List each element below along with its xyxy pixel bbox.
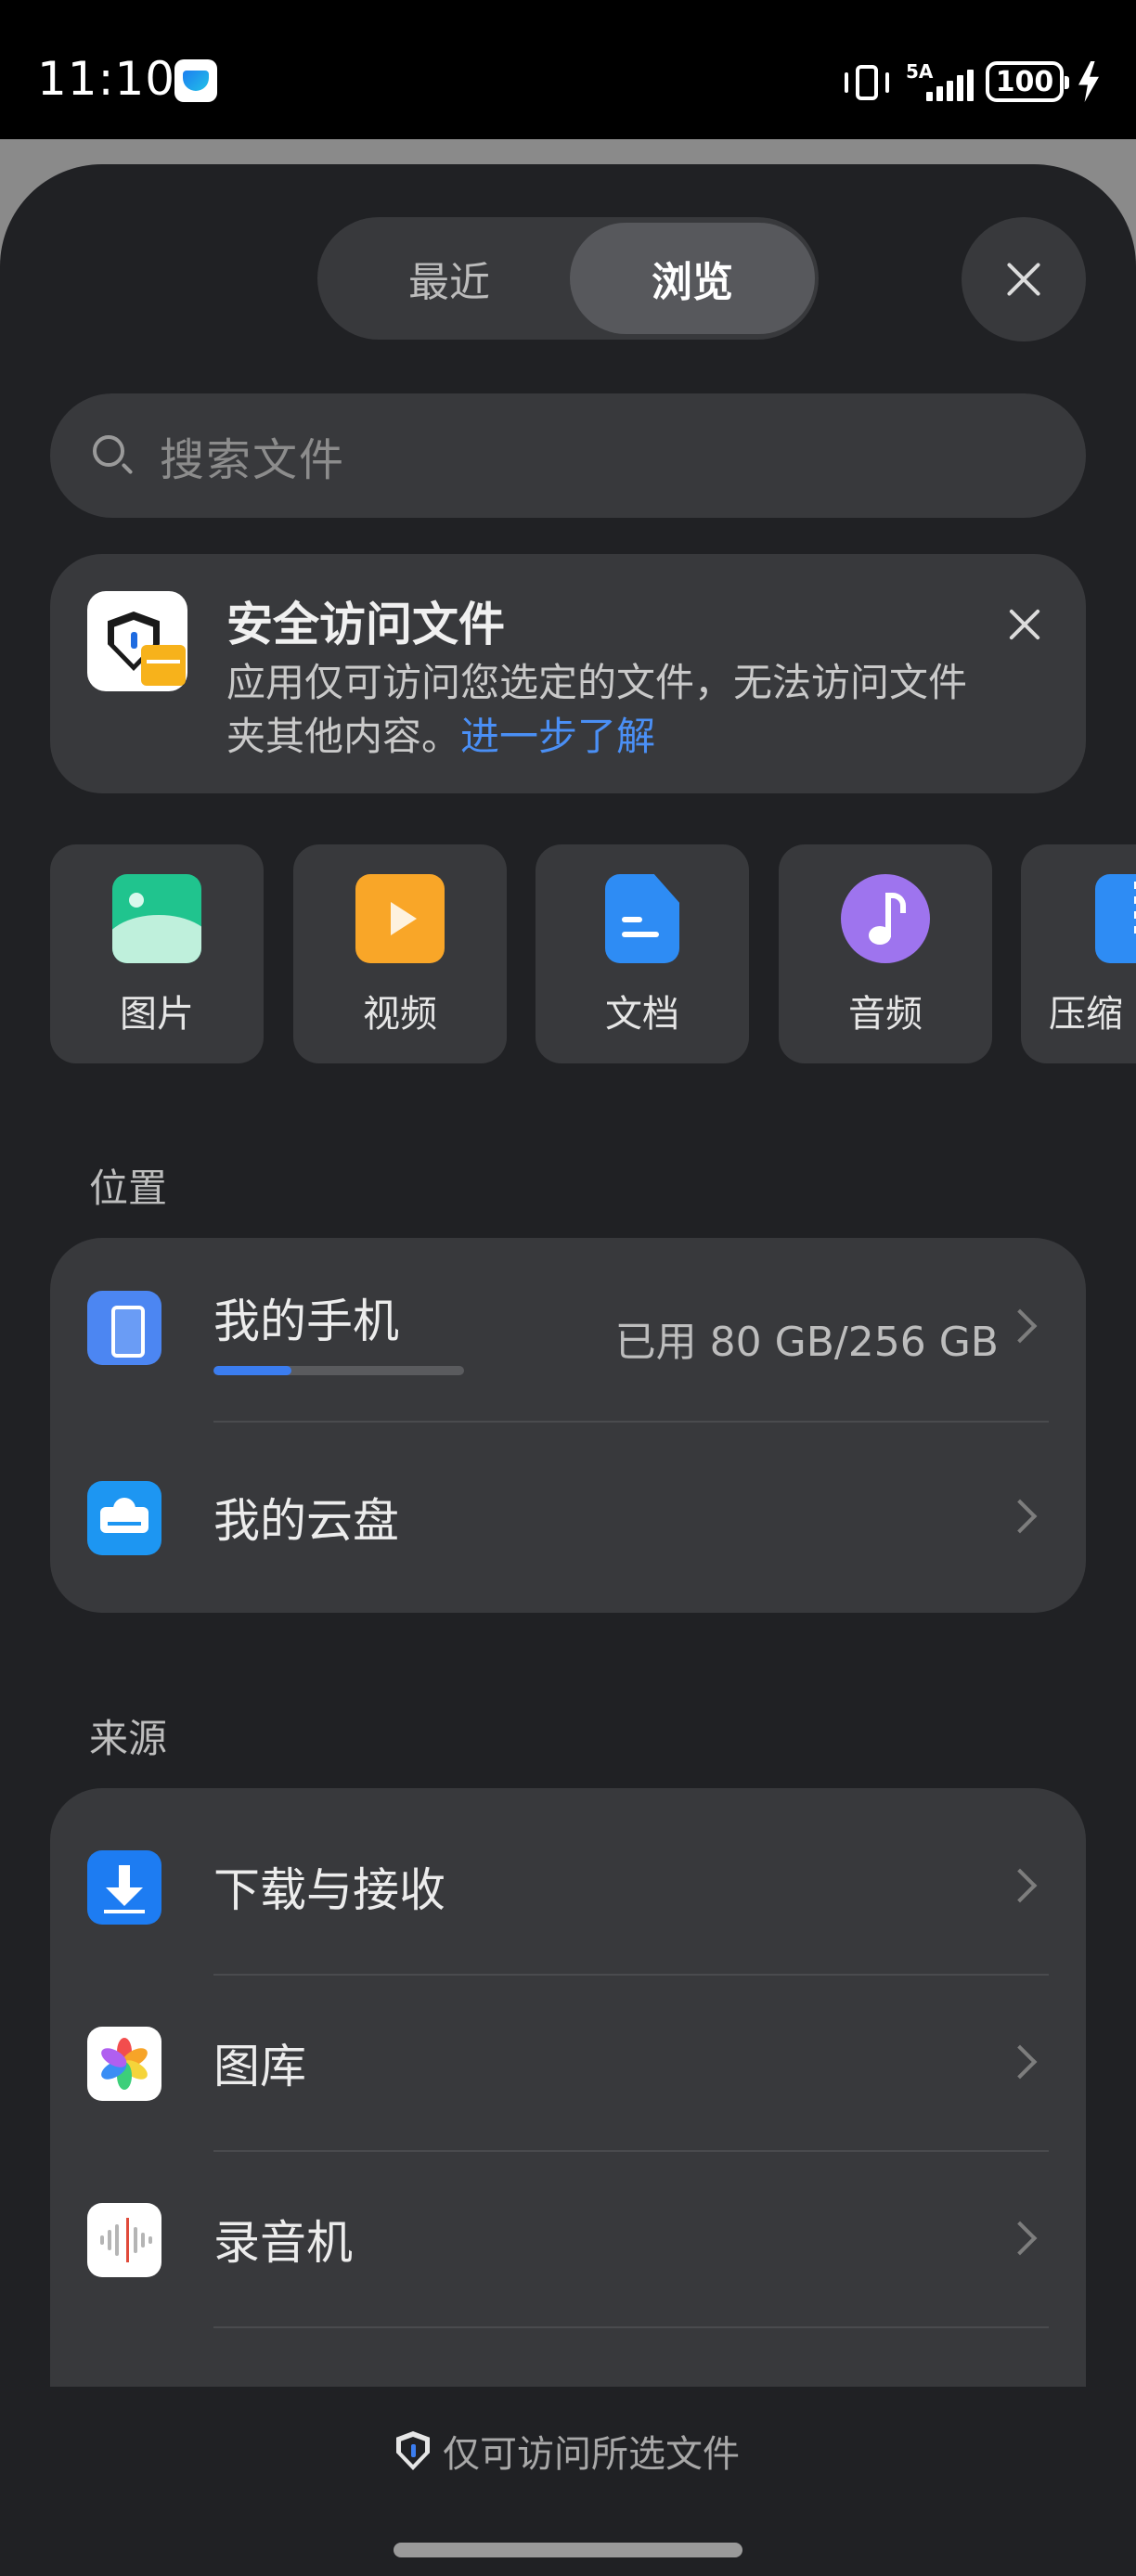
- image-icon: [112, 874, 201, 963]
- locations-title: 位置: [89, 1166, 168, 1211]
- home-indicator[interactable]: [394, 2543, 742, 2557]
- category-row: 图片 视频 文档 音频 压缩: [50, 844, 1136, 1063]
- access-note-text: 仅可访问所选文件: [443, 2433, 740, 2476]
- source-label: 图库: [213, 2040, 306, 2093]
- close-icon: [1004, 604, 1045, 645]
- recorder-icon: [87, 2203, 161, 2277]
- notice-title: 安全访问文件: [226, 598, 505, 651]
- category-videos[interactable]: 视频: [293, 844, 507, 1063]
- location-my-cloud[interactable]: 我的云盘: [50, 1428, 1086, 1604]
- status-indicators: 5A 100: [843, 58, 1099, 106]
- file-picker-sheet: 最近 浏览 搜索文件 安全访问文件 应用仅可访问您选定的文件，无法访问文件夹其他…: [0, 164, 1136, 2576]
- location-label: 我的云盘: [213, 1494, 399, 1548]
- status-time: 11:10: [37, 52, 176, 106]
- storage-usage-text: 已用 80 GB/256 GB: [614, 1319, 999, 1366]
- chevron-right-icon: [1013, 1868, 1036, 1905]
- category-archives[interactable]: 压缩: [1021, 844, 1136, 1063]
- signal-icon: 5A: [906, 60, 974, 103]
- battery-icon: 100: [986, 61, 1069, 102]
- gallery-icon: [87, 2027, 161, 2101]
- tab-browse[interactable]: 浏览: [570, 223, 815, 334]
- source-downloads[interactable]: 下载与接收: [50, 1797, 1086, 1974]
- bottom-bar: 仅可访问所选文件: [0, 2387, 1136, 2576]
- category-label: 压缩: [1049, 993, 1123, 1036]
- category-images[interactable]: 图片: [50, 844, 264, 1063]
- learn-more-link[interactable]: 进一步了解: [460, 714, 655, 759]
- vibrate-icon: [843, 63, 891, 100]
- charging-icon: [1078, 61, 1099, 102]
- source-label: 下载与接收: [213, 1863, 445, 1917]
- storage-usage-fill: [213, 1366, 292, 1375]
- category-documents[interactable]: 文档: [536, 844, 749, 1063]
- shield-icon: [396, 2431, 430, 2470]
- location-label: 我的手机: [213, 1294, 399, 1348]
- search-placeholder: 搜索文件: [160, 434, 346, 486]
- divider: [213, 2326, 1049, 2328]
- chevron-right-icon: [1013, 1308, 1036, 1346]
- source-recorder[interactable]: 录音机: [50, 2150, 1086, 2326]
- category-label: 文档: [605, 993, 679, 1036]
- battery-level: 100: [995, 65, 1054, 98]
- chevron-right-icon: [1013, 2221, 1036, 2258]
- close-icon: [1001, 257, 1046, 302]
- document-icon: [605, 874, 679, 963]
- archive-icon: [1095, 874, 1136, 963]
- access-note: 仅可访问所选文件: [0, 2424, 1136, 2478]
- secure-access-notice: 安全访问文件 应用仅可访问您选定的文件，无法访问文件夹其他内容。进一步了解: [50, 554, 1086, 793]
- search-icon: [91, 433, 136, 478]
- chevron-right-icon: [1013, 1499, 1036, 1536]
- notice-body: 应用仅可访问您选定的文件，无法访问文件夹其他内容。进一步了解: [226, 656, 969, 764]
- source-label: 录音机: [213, 2216, 353, 2270]
- app-notification-icon: [174, 59, 217, 102]
- category-label: 视频: [363, 993, 437, 1036]
- cloud-drive-icon: [87, 1481, 161, 1555]
- notice-close-button[interactable]: [997, 597, 1052, 652]
- category-label: 图片: [120, 993, 194, 1036]
- chevron-right-icon: [1013, 2044, 1036, 2081]
- video-icon: [355, 874, 445, 963]
- locations-card: 我的手机 已用 80 GB/256 GB 我的云盘: [50, 1238, 1086, 1613]
- phone-icon: [87, 1291, 161, 1365]
- download-icon: [87, 1850, 161, 1925]
- secure-file-icon: [87, 591, 187, 691]
- audio-icon: [841, 874, 930, 963]
- category-audio[interactable]: 音频: [779, 844, 992, 1063]
- category-label: 音频: [848, 993, 923, 1036]
- storage-usage-bar: [213, 1366, 464, 1375]
- location-my-phone[interactable]: 我的手机 已用 80 GB/256 GB: [50, 1238, 1086, 1414]
- status-bar: 11:10 5A 100: [0, 0, 1136, 139]
- search-input[interactable]: 搜索文件: [50, 393, 1086, 518]
- source-gallery[interactable]: 图库: [50, 1974, 1086, 2150]
- view-segmented-control: 最近 浏览: [317, 217, 819, 340]
- sources-title: 来源: [89, 1716, 168, 1761]
- divider: [213, 1421, 1049, 1423]
- close-button[interactable]: [962, 217, 1086, 341]
- tab-recent[interactable]: 最近: [327, 223, 572, 334]
